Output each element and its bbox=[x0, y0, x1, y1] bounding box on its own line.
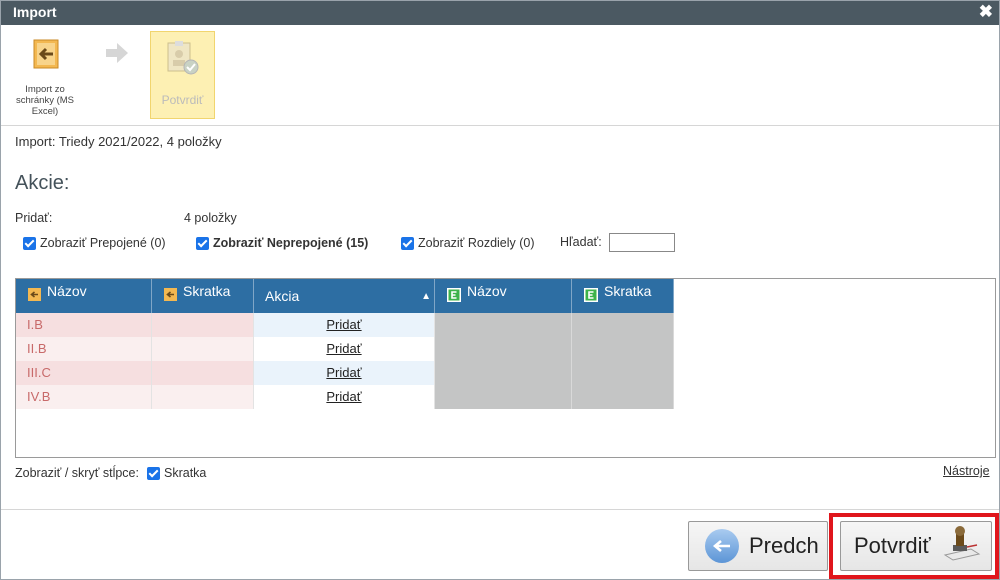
row-name-cell: II.B bbox=[16, 337, 152, 361]
column-header-action[interactable]: Akcia ▲ bbox=[254, 279, 435, 313]
import-from-clipboard-button[interactable]: Import zo schránky (MS Excel) bbox=[9, 33, 81, 118]
checkbox-checked-icon bbox=[196, 236, 209, 250]
target-name-cell bbox=[435, 337, 572, 361]
show-differences-checkbox[interactable]: Zobraziť Rozdiely (0) bbox=[401, 234, 535, 252]
highlight-frame bbox=[829, 513, 999, 579]
show-abbr-column-checkbox[interactable]: Skratka bbox=[139, 466, 206, 480]
row-name-cell: IV.B bbox=[16, 385, 152, 409]
source-import-icon bbox=[164, 288, 177, 304]
dialog-title: Import bbox=[13, 4, 57, 20]
checkbox-checked-icon bbox=[401, 236, 414, 250]
previous-button[interactable]: Predch bbox=[688, 521, 828, 571]
search-input[interactable] bbox=[609, 233, 675, 252]
next-step-button[interactable] bbox=[101, 39, 133, 71]
source-import-icon bbox=[28, 288, 41, 304]
previous-label: Predch bbox=[749, 533, 819, 558]
column-header-import-abbr[interactable]: Skratka bbox=[152, 279, 254, 313]
row-abbr-cell bbox=[152, 313, 254, 337]
add-count: 4 položky bbox=[184, 211, 237, 225]
arrow-left-icon bbox=[705, 529, 739, 563]
dialog-titlebar: Import ✖ bbox=[1, 1, 999, 25]
toolbar-confirm-button[interactable]: Potvrdiť bbox=[150, 31, 215, 119]
column-header-import-name[interactable]: Názov bbox=[16, 279, 152, 313]
row-name-cell: III.C bbox=[16, 361, 152, 385]
show-linked-checkbox[interactable]: Zobraziť Prepojené (0) bbox=[23, 234, 166, 252]
show-unlinked-checkbox[interactable]: Zobraziť Neprepojené (15) bbox=[196, 234, 368, 252]
add-action-link[interactable]: Pridať bbox=[254, 385, 435, 409]
row-abbr-cell bbox=[152, 385, 254, 409]
edupage-e-icon bbox=[584, 287, 598, 305]
row-abbr-cell bbox=[152, 337, 254, 361]
column-visibility-label: Zobraziť / skryť stĺpce: bbox=[15, 466, 139, 480]
row-name-cell: I.B bbox=[16, 313, 152, 337]
tools-link[interactable]: Nástroje bbox=[943, 464, 990, 478]
import-info: Import: Triedy 2021/2022, 4 položky bbox=[15, 134, 222, 149]
target-abbr-cell bbox=[572, 313, 674, 337]
import-grid: Názov Skratka Akcia ▲ Názov Skratka I.B … bbox=[15, 278, 996, 458]
arrow-right-icon bbox=[103, 43, 131, 70]
target-abbr-cell bbox=[572, 337, 674, 361]
target-name-cell bbox=[435, 313, 572, 337]
import-label: Import zo schránky (MS Excel) bbox=[15, 84, 75, 117]
search-label: Hľadať: bbox=[560, 235, 602, 249]
footer-divider bbox=[1, 509, 999, 510]
add-label: Pridať: bbox=[15, 211, 53, 225]
row-abbr-cell bbox=[152, 361, 254, 385]
column-visibility-bar: Zobraziť / skryť stĺpce: Skratka bbox=[15, 464, 206, 482]
sort-ascending-icon: ▲ bbox=[421, 291, 431, 302]
target-name-cell bbox=[435, 361, 572, 385]
import-arrow-icon bbox=[33, 39, 59, 72]
import-dialog: Import ✖ Import zo schránky (MS Excel) P… bbox=[0, 0, 1000, 580]
close-icon[interactable]: ✖ bbox=[979, 2, 993, 22]
target-abbr-cell bbox=[572, 385, 674, 409]
add-action-link[interactable]: Pridať bbox=[254, 361, 435, 385]
actions-heading: Akcie: bbox=[15, 172, 70, 194]
checkbox-checked-icon bbox=[147, 466, 160, 480]
target-abbr-cell bbox=[572, 361, 674, 385]
edupage-e-icon bbox=[447, 287, 461, 305]
toolbar-confirm-label: Potvrdiť bbox=[161, 93, 204, 107]
add-action-link[interactable]: Pridať bbox=[254, 313, 435, 337]
checkbox-checked-icon bbox=[23, 236, 36, 250]
column-header-edupage-abbr[interactable]: Skratka bbox=[572, 279, 674, 313]
target-name-cell bbox=[435, 385, 572, 409]
toolbar: Import zo schránky (MS Excel) Potvrdiť bbox=[1, 25, 999, 126]
stamp-document-icon bbox=[166, 40, 200, 79]
column-header-edupage-name[interactable]: Názov bbox=[435, 279, 572, 313]
add-action-link[interactable]: Pridať bbox=[254, 337, 435, 361]
